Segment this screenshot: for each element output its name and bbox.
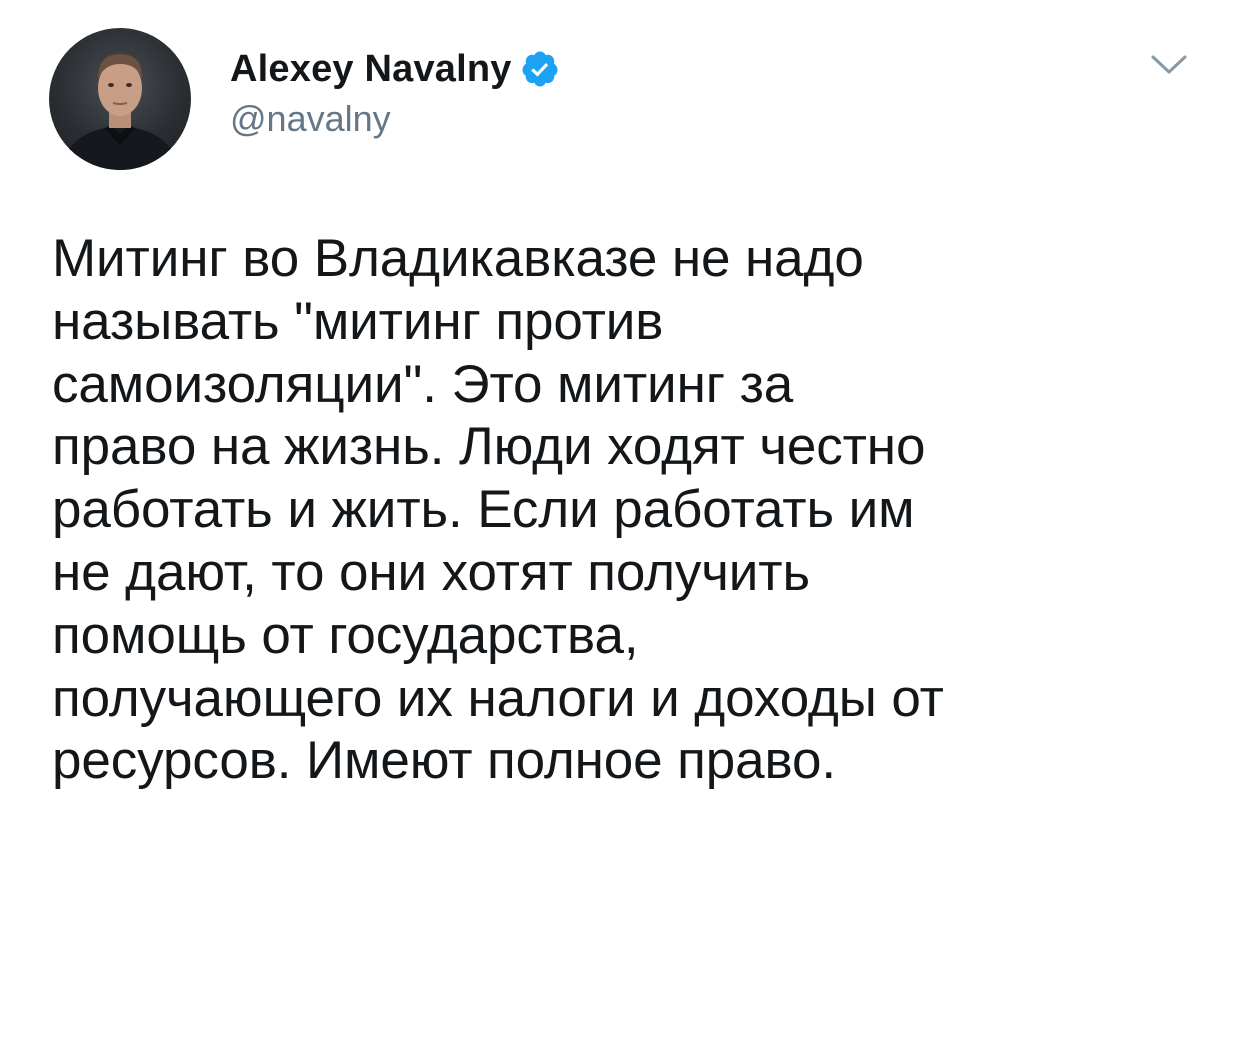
chevron-down-icon xyxy=(1151,55,1187,74)
tweet-menu-button[interactable] xyxy=(1147,50,1191,80)
verified-badge-icon xyxy=(520,49,560,89)
avatar-portrait-icon xyxy=(59,54,181,170)
author-avatar[interactable] xyxy=(49,28,191,170)
tweet-text: Митинг во Владикавказе не надо называть … xyxy=(52,229,944,791)
author-display-name[interactable]: Alexey Navalny xyxy=(230,48,512,91)
author-name-row: Alexey Navalny xyxy=(230,44,560,94)
tweet-card: Alexey Navalny @navalny Митинг во Владик… xyxy=(0,0,1242,1041)
author-handle[interactable]: @navalny xyxy=(230,98,391,140)
